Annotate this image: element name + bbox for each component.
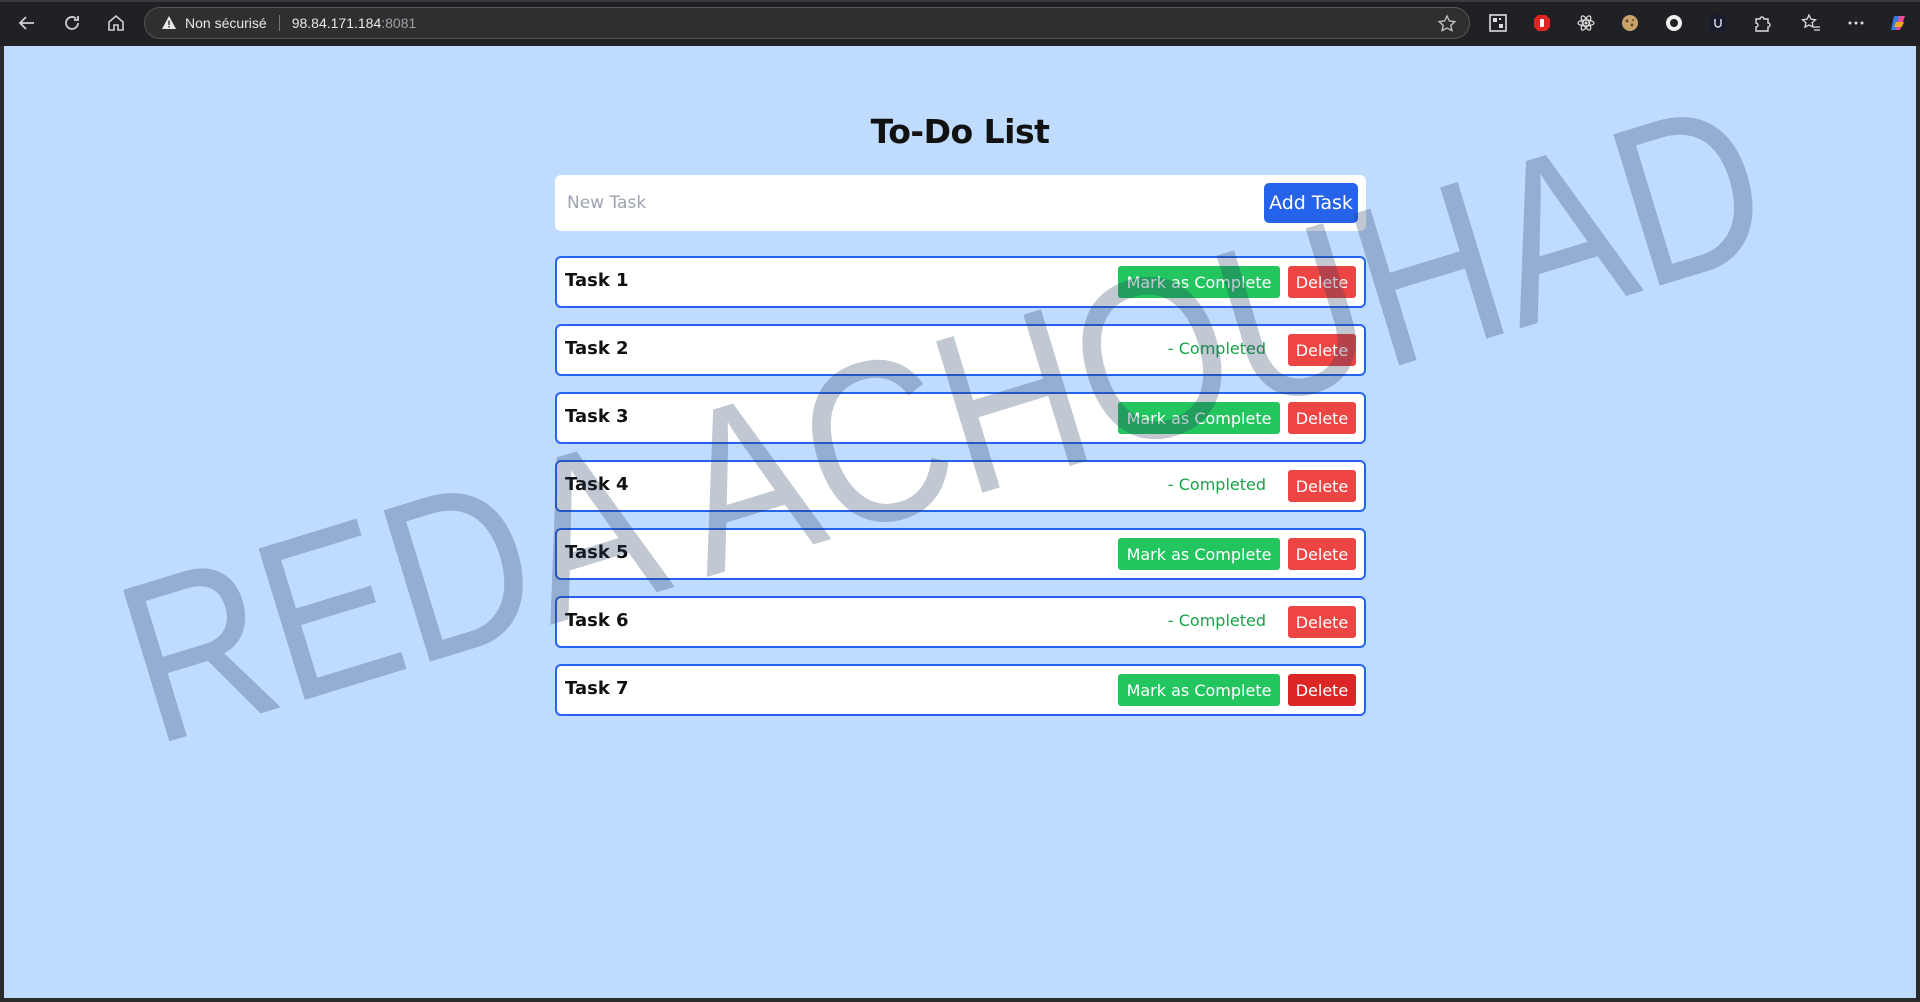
cookie-icon[interactable] [1619, 12, 1641, 34]
task-item: Task 6 - Completed Delete [555, 596, 1366, 648]
mark-complete-button[interactable]: Mark as Complete [1118, 674, 1280, 706]
delete-button[interactable]: Delete [1288, 402, 1356, 434]
completed-status: - Completed [1167, 339, 1266, 358]
task-item: Task 7 Mark as Complete Delete [555, 664, 1366, 716]
home-icon [108, 14, 124, 31]
back-button[interactable] [13, 9, 41, 37]
mark-complete-button[interactable]: Mark as Complete [1118, 266, 1280, 298]
delete-button[interactable]: Delete [1288, 470, 1356, 502]
delete-button[interactable]: Delete [1288, 674, 1356, 706]
task-name: Task 3 [565, 406, 629, 427]
reload-icon [65, 16, 79, 30]
react-icon[interactable] [1575, 12, 1597, 34]
favorites-icon[interactable] [1800, 12, 1822, 34]
arrow-left-icon [18, 16, 34, 30]
task-item: Task 3 Mark as Complete Delete [555, 392, 1366, 444]
security-label: Non sécurisé [185, 15, 267, 31]
circle-icon[interactable] [1663, 12, 1685, 34]
mark-complete-button[interactable]: Mark as Complete [1118, 402, 1280, 434]
task-item: Task 5 Mark as Complete Delete [555, 528, 1366, 580]
page-viewport: To-Do List Add Task Task 1 Mark as Compl… [4, 46, 1916, 998]
task-item: Task 2 - Completed Delete [555, 324, 1366, 376]
more-menu-icon[interactable] [1845, 12, 1867, 34]
task-name: Task 6 [565, 610, 629, 631]
task-name: Task 5 [565, 542, 629, 563]
delete-button[interactable]: Delete [1288, 538, 1356, 570]
add-task-form: Add Task [555, 175, 1366, 231]
address-bar[interactable]: Non sécurisé 98.84.171.184:8081 [144, 7, 1470, 39]
task-name: Task 2 [565, 338, 629, 359]
url-port: :8081 [381, 15, 417, 31]
delete-button[interactable]: Delete [1288, 606, 1356, 638]
page-title: To-Do List [870, 112, 1050, 151]
favorite-star-icon[interactable] [1437, 14, 1457, 34]
delete-button[interactable]: Delete [1288, 334, 1356, 366]
new-task-input[interactable] [555, 175, 1255, 231]
adblock-icon[interactable] [1531, 12, 1553, 34]
extension-u-icon[interactable] [1707, 12, 1729, 34]
task-name: Task 7 [565, 678, 629, 699]
address-separator [278, 15, 280, 31]
url-host: 98.84.171.184 [291, 15, 382, 31]
delete-button[interactable]: Delete [1288, 266, 1356, 298]
task-item: Task 1 Mark as Complete Delete [555, 256, 1366, 308]
security-indicator[interactable]: Non sécurisé [161, 15, 267, 31]
task-name: Task 4 [565, 474, 629, 495]
warning-icon [162, 16, 176, 29]
completed-status: - Completed [1167, 475, 1266, 494]
add-task-button[interactable]: Add Task [1264, 183, 1358, 223]
qr-code-icon[interactable] [1487, 12, 1509, 34]
puzzle-icon[interactable] [1751, 12, 1773, 34]
task-item: Task 4 - Completed Delete [555, 460, 1366, 512]
task-name: Task 1 [565, 270, 629, 291]
browser-toolbar: Non sécurisé 98.84.171.184:8081 [0, 0, 1920, 46]
mark-complete-button[interactable]: Mark as Complete [1118, 538, 1280, 570]
copilot-icon[interactable] [1887, 12, 1909, 34]
completed-status: - Completed [1167, 611, 1266, 630]
tab-strip-edge [0, 0, 1920, 2]
reload-button[interactable] [58, 9, 86, 37]
home-button[interactable] [102, 9, 130, 37]
